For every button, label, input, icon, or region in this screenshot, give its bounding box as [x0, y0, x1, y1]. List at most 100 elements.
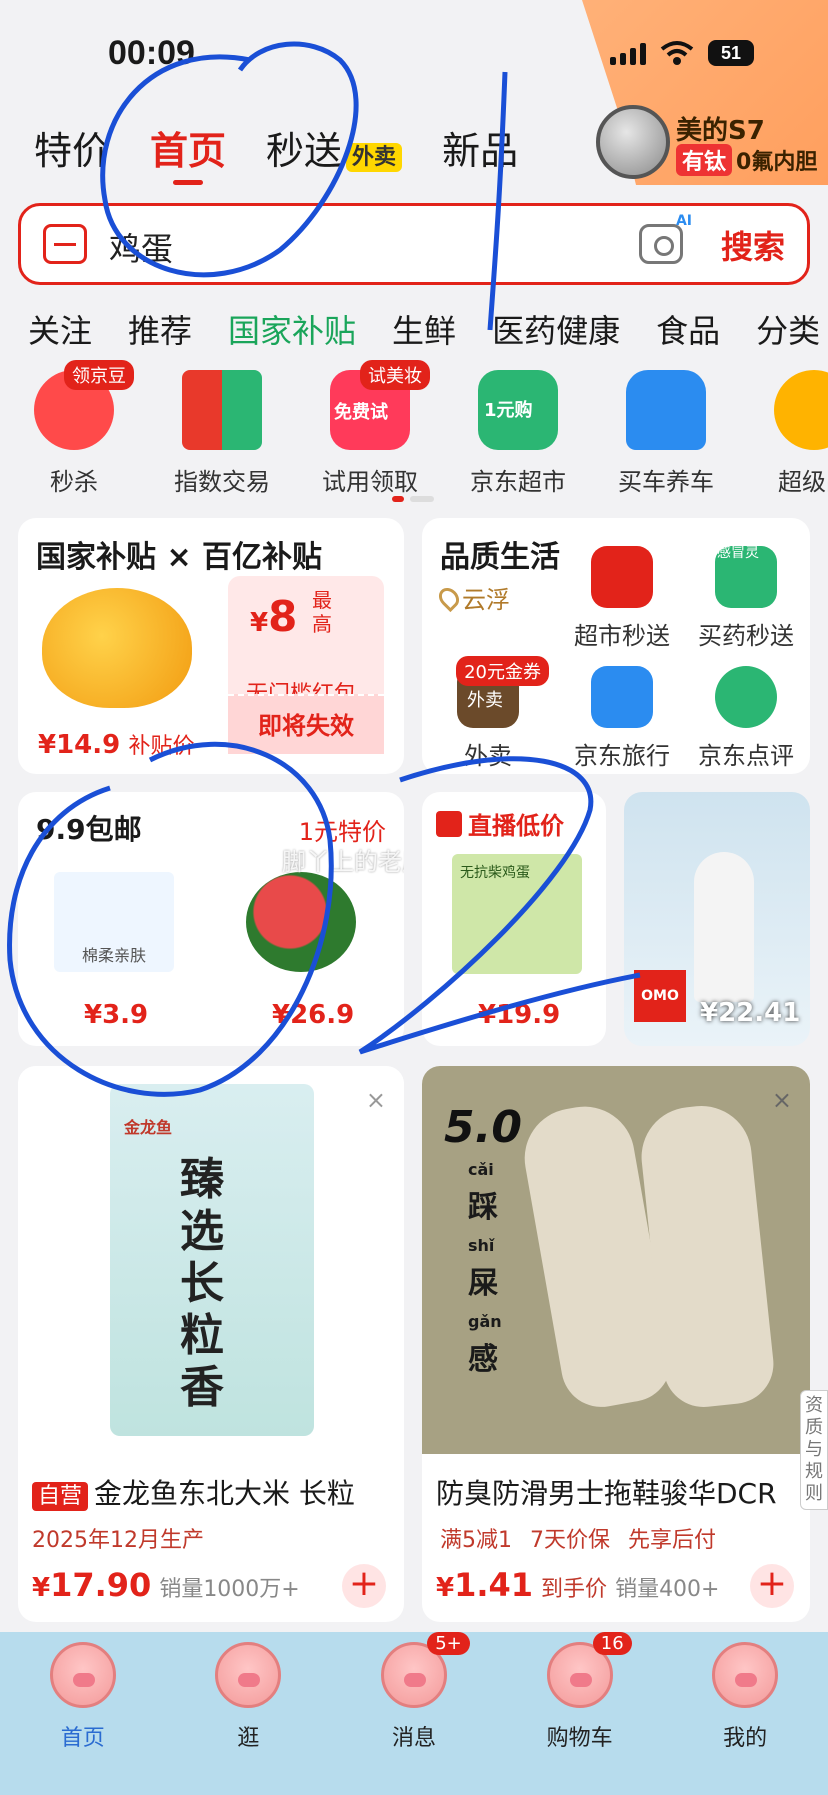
scan-icon[interactable]: [43, 224, 87, 264]
promo-tag[interactable]: 有钛 0氟内胆: [676, 144, 817, 176]
product-thumb: OMO: [634, 970, 686, 1022]
rice-bag-text: 臻选长粒香: [180, 1154, 224, 1413]
tab-miaosong[interactable]: 秒送 外卖: [266, 120, 403, 175]
quick-icon-label: 京东超市: [470, 468, 566, 496]
coupon-value: 8: [268, 592, 298, 641]
quality-item-supermarket[interactable]: 超市秒送: [562, 546, 682, 651]
cat-tab-medicine[interactable]: 医药健康: [492, 306, 620, 352]
live-icon: [436, 810, 462, 837]
location-icon: [434, 583, 464, 612]
live-card[interactable]: 直播低价 无抗柴鸡蛋 ¥19.9: [422, 792, 606, 1046]
watermelon-image: [246, 872, 356, 972]
subsidy-price-row: ¥14.9 补贴价: [38, 728, 195, 760]
quick-icon-label: 秒杀: [50, 468, 98, 496]
close-icon[interactable]: ×: [772, 1086, 792, 1114]
camera-icon[interactable]: AI: [639, 213, 692, 264]
promo-2: 7天价保: [530, 1528, 610, 1553]
add-to-cart-button[interactable]: +: [342, 1564, 386, 1608]
quick-icon-supermarket[interactable]: 1元购 京东超市: [444, 370, 592, 497]
cat-tab-recommend[interactable]: 推荐: [128, 306, 192, 352]
product-card-rice[interactable]: 金龙鱼 臻选长粒香 × 自营 金龙鱼东北大米 长粒 2025年12月生产 ¥ 17…: [18, 1066, 404, 1622]
slogan-2: shǐ 屎: [468, 1236, 498, 1302]
cat-tab-fresh[interactable]: 生鲜: [392, 306, 456, 352]
quality-item-label: 买药秒送: [698, 622, 794, 650]
quick-icon-miaosha[interactable]: 领京豆 秒杀: [0, 360, 148, 497]
quick-icon-row: 领京豆 秒杀 指数交易 试美妆 免费试 试用领取 1元购 京东超市 买车养车 超…: [0, 360, 828, 497]
tab-tejia[interactable]: 特价: [34, 120, 110, 175]
nav-messages[interactable]: 5+ 消息: [331, 1632, 497, 1795]
icon-inner-text: 免费试: [334, 402, 388, 423]
coupon-button[interactable]: 即将失效: [228, 694, 384, 754]
icon-inner-text: 感冒灵: [717, 545, 759, 561]
cat-tab-subsidy[interactable]: 国家补贴: [228, 306, 356, 352]
nav-mine[interactable]: 我的: [662, 1632, 828, 1795]
review-icon: [715, 666, 777, 728]
rating-text: 5.0: [444, 1102, 522, 1153]
quick-icon-label: 买车养车: [618, 468, 714, 496]
chart-icon: [182, 370, 262, 450]
trial-icon: 试美妆 免费试: [330, 360, 430, 450]
product-sales: 销量1000万+: [159, 1577, 300, 1602]
deal-price-1: ¥3.9: [84, 1000, 149, 1030]
coupon-note: 最高: [312, 588, 332, 636]
product-sub: 2025年12月生产: [32, 1528, 204, 1553]
quick-icon-car[interactable]: 买车养车: [592, 370, 740, 497]
location[interactable]: 云浮: [434, 580, 510, 615]
cat-tab-follow[interactable]: 关注: [28, 306, 92, 352]
rice-cooker-icon[interactable]: [596, 105, 670, 179]
pig-icon: [49, 1642, 116, 1708]
coupon[interactable]: ¥8 最高 无门槛红包 即将失效: [228, 576, 384, 754]
top-tabs: 特价 首页 秒送 外卖 新品: [34, 120, 518, 185]
nav-label: 我的: [723, 1726, 768, 1751]
search-bar[interactable]: 鸡蛋 AI 搜索: [18, 203, 810, 285]
live-video-card[interactable]: OMO ¥22.41: [624, 792, 810, 1046]
cat-tab-food[interactable]: 食品: [656, 306, 720, 352]
icon-inner-text: 外卖: [467, 690, 503, 711]
deal-card[interactable]: 9.9包邮 1元特价 棉柔亲肤 ¥3.9 ¥26.9 脚丫上的老屋鞋: [18, 792, 404, 1046]
quick-icon-label: 超级品: [778, 468, 828, 496]
egg-box-image: 无抗柴鸡蛋: [452, 854, 582, 974]
message-badge: 5+: [427, 1632, 470, 1655]
coupon-amount: ¥8: [250, 592, 297, 641]
quality-item-medicine[interactable]: 感冒灵 买药秒送: [686, 545, 806, 651]
promo-3: 先享后付: [628, 1528, 717, 1553]
quality-item-review[interactable]: 京东点评: [686, 666, 806, 771]
tab-home[interactable]: 首页: [150, 120, 226, 185]
add-to-cart-button[interactable]: +: [750, 1564, 794, 1608]
live-header: 直播低价: [436, 806, 564, 841]
quality-item-travel[interactable]: 京东旅行: [562, 666, 682, 771]
medicine-icon: 感冒灵: [715, 545, 777, 608]
product-card-slippers[interactable]: 5.0 cǎi 踩 shǐ 屎 gǎn 感 × 防臭防滑男士拖鞋骏华DCR 满5减1 …: [422, 1066, 810, 1622]
nav-home[interactable]: 首页: [0, 1632, 166, 1795]
promo-title[interactable]: 美的S7: [676, 110, 765, 147]
supermarket-icon: 1元购: [478, 370, 558, 450]
subsidy-price: ¥14.9: [38, 730, 121, 760]
host-image: [694, 852, 754, 1002]
nav-cart[interactable]: 16 购物车: [497, 1632, 663, 1795]
product-name: 防臭防滑男士拖鞋骏华DCR: [436, 1477, 777, 1510]
price-note: 到手价: [541, 1577, 608, 1602]
nav-browse[interactable]: 逛: [166, 1632, 332, 1795]
icon-inner-text: 1元购: [484, 400, 533, 421]
tab-new[interactable]: 新品: [442, 120, 518, 175]
quick-icon-trial[interactable]: 试美妆 免费试 试用领取: [296, 360, 444, 497]
quick-icon-index-trade[interactable]: 指数交易: [148, 370, 296, 497]
tab-miaosong-label: 秒送: [266, 129, 343, 173]
subsidy-card[interactable]: 国家补贴 × 百亿补贴 ¥8 最高 无门槛红包 即将失效 ¥14.9 补贴价: [18, 518, 404, 774]
cat-tab-category[interactable]: 分类: [756, 306, 820, 352]
car-icon: [626, 370, 706, 450]
watermark: 脚丫上的老屋鞋: [282, 848, 404, 876]
category-tabs: 关注 推荐 国家补贴 生鲜 医药健康 食品 分类: [28, 306, 820, 352]
search-input[interactable]: 鸡蛋: [109, 224, 173, 270]
battery-icon: 51: [708, 40, 754, 66]
quick-icon-label: 试用领取: [322, 468, 418, 496]
quick-icon-super-brand[interactable]: 超级品: [740, 370, 828, 497]
rice-image: 金龙鱼 臻选长粒香 ×: [18, 1066, 404, 1454]
quality-item-waimai[interactable]: 20元金券 外卖 外卖: [428, 656, 549, 771]
quality-item-label: 京东点评: [698, 742, 794, 770]
search-button[interactable]: 搜索: [721, 222, 785, 268]
quality-card[interactable]: 品质生活 云浮 超市秒送 感冒灵 买药秒送 20元金券 外卖 外卖 京东旅行 京…: [422, 518, 810, 774]
pig-icon: [215, 1642, 282, 1708]
qualification-tag[interactable]: 资质与规则: [800, 1390, 828, 1510]
close-icon[interactable]: ×: [366, 1086, 386, 1114]
